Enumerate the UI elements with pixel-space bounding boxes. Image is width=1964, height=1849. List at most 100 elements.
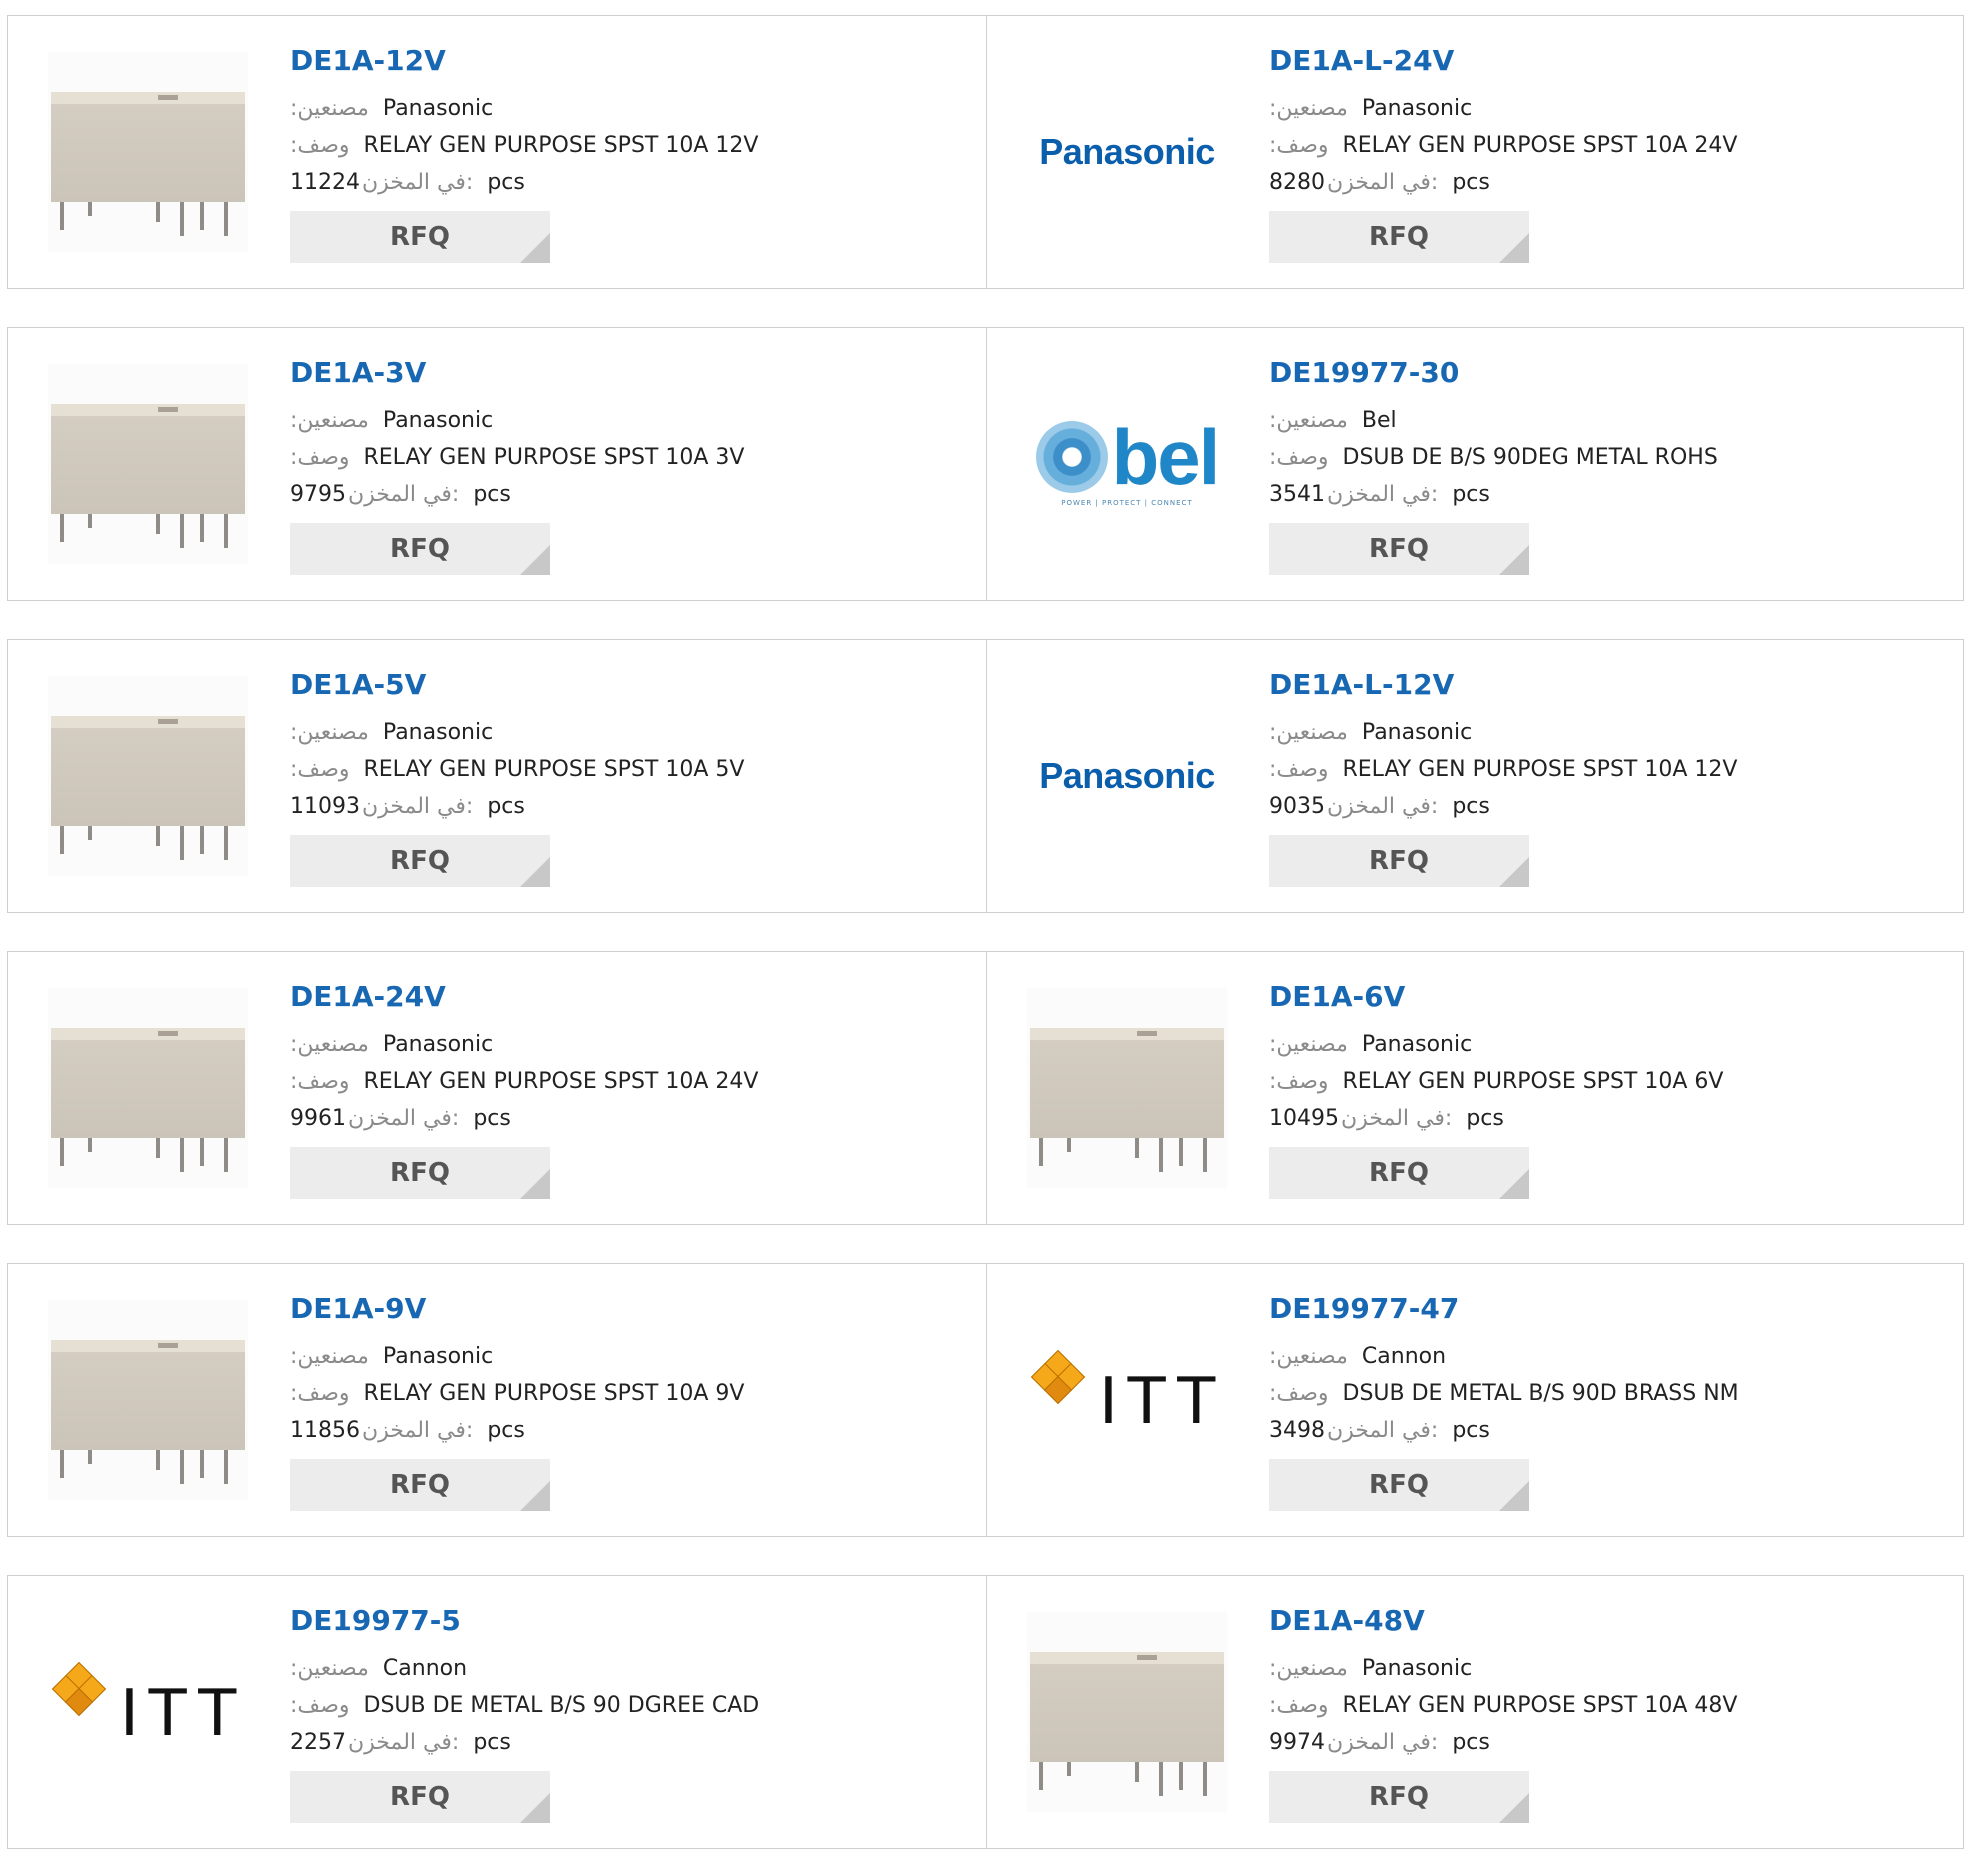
rfq-corner-decoration: [520, 545, 550, 575]
rfq-button[interactable]: RFQ: [1269, 523, 1529, 575]
rfq-corner-decoration: [1499, 1793, 1529, 1823]
stock-line: 9961في المخزن: pcs: [290, 1100, 758, 1137]
rfq-button[interactable]: RFQ: [1269, 211, 1529, 263]
product-card-de1a-24v: DE1A-24V :مصنعين Panasonic :وصف RELAY GEN …: [8, 952, 986, 1224]
product-image[interactable]: [48, 364, 248, 564]
product-image[interactable]: Panasonic: [1027, 676, 1227, 876]
product-info: DE1A-9V :مصنعين Panasonic :وصف RELAY GEN P…: [290, 1292, 744, 1511]
description-value: RELAY GEN PURPOSE SPST 10A 6V: [1342, 1069, 1724, 1094]
product-info: DE1A-12V :مصنعين Panasonic :وصف RELAY GEN …: [290, 44, 758, 263]
manufacturer-value: Panasonic: [1361, 720, 1473, 745]
stock-value: 11224: [290, 170, 360, 195]
rfq-label: RFQ: [1369, 1782, 1429, 1812]
product-info: DE1A-3V :مصنعين Panasonic :وصف RELAY GEN P…: [290, 356, 744, 575]
manufacturer-line: :مصنعين Panasonic: [290, 90, 758, 127]
product-image[interactable]: ITT: [48, 1612, 248, 1812]
rfq-button[interactable]: RFQ: [1269, 1771, 1529, 1823]
stock-unit: pcs: [487, 794, 525, 819]
part-number-link[interactable]: DE1A-48V: [1269, 1604, 1737, 1638]
stock-line: 11856في المخزن: pcs: [290, 1412, 744, 1449]
part-number-link[interactable]: DE19977-5: [290, 1604, 759, 1638]
product-image[interactable]: [1027, 988, 1227, 1188]
stock-value: 11856: [290, 1418, 360, 1443]
product-card-de1a-5v: DE1A-5V :مصنعين Panasonic :وصف RELAY GEN P…: [8, 640, 986, 912]
stock-value: 3541: [1269, 482, 1325, 507]
rfq-label: RFQ: [390, 1470, 450, 1500]
description-label: :وصف: [290, 757, 350, 782]
product-card-de1a-l-24v: Panasonic DE1A-L-24V :مصنعين Panasonic :و…: [986, 16, 1963, 288]
description-value: RELAY GEN PURPOSE SPST 10A 3V: [363, 445, 745, 470]
rfq-corner-decoration: [520, 1793, 550, 1823]
stock-value: 2257: [290, 1730, 346, 1755]
stock-unit: pcs: [1452, 170, 1490, 195]
product-image[interactable]: [1027, 1612, 1227, 1812]
part-number-link[interactable]: DE1A-5V: [290, 668, 744, 702]
product-info: DE1A-6V :مصنعين Panasonic :وصف RELAY GEN P…: [1269, 980, 1723, 1199]
product-card-de19977-47: ITT DE19977-47 :مصنعين Cannon :وصف DSUB DE…: [986, 1264, 1963, 1536]
product-row: DE1A-24V :مصنعين Panasonic :وصف RELAY GEN …: [7, 951, 1964, 1225]
manufacturer-line: :مصنعين Bel: [1269, 402, 1718, 439]
part-number-link[interactable]: DE1A-L-12V: [1269, 668, 1737, 702]
description-label: :وصف: [1269, 133, 1329, 158]
part-number-link[interactable]: DE1A-3V: [290, 356, 744, 390]
manufacturer-line: :مصنعين Panasonic: [290, 1338, 744, 1375]
rfq-corner-decoration: [1499, 1169, 1529, 1199]
stock-unit: pcs: [1452, 1730, 1490, 1755]
stock-unit: pcs: [487, 170, 525, 195]
product-row: DE1A-9V :مصنعين Panasonic :وصف RELAY GEN P…: [7, 1263, 1964, 1537]
description-line: :وصف RELAY GEN PURPOSE SPST 10A 24V: [1269, 127, 1737, 164]
description-line: :وصف RELAY GEN PURPOSE SPST 10A 48V: [1269, 1687, 1737, 1724]
product-image[interactable]: Panasonic: [1027, 52, 1227, 252]
rfq-button[interactable]: RFQ: [1269, 1147, 1529, 1199]
relay-photo: [48, 52, 248, 252]
description-value: DSUB DE B/S 90DEG METAL ROHS: [1342, 445, 1718, 470]
description-value: RELAY GEN PURPOSE SPST 10A 9V: [363, 1381, 745, 1406]
product-image[interactable]: [48, 676, 248, 876]
product-info: DE1A-24V :مصنعين Panasonic :وصف RELAY GEN …: [290, 980, 758, 1199]
relay-photo: [1027, 988, 1227, 1188]
product-image[interactable]: ITT: [1027, 1300, 1227, 1500]
stock-label: في المخزن:: [348, 1106, 460, 1131]
description-line: :وصف DSUB DE METAL B/S 90 DGREE CAD: [290, 1687, 759, 1724]
rfq-button[interactable]: RFQ: [1269, 1459, 1529, 1511]
relay-photo: [48, 988, 248, 1188]
stock-unit: pcs: [473, 1730, 511, 1755]
stock-unit: pcs: [473, 1106, 511, 1131]
rfq-button[interactable]: RFQ: [1269, 835, 1529, 887]
itt-logo: ITT: [1029, 1349, 1225, 1439]
product-image[interactable]: [48, 1300, 248, 1500]
description-value: RELAY GEN PURPOSE SPST 10A 24V: [363, 1069, 759, 1094]
rfq-button[interactable]: RFQ: [290, 1147, 550, 1199]
product-image[interactable]: bel POWER | PROTECT | CONNECT: [1027, 364, 1227, 564]
product-info: DE1A-L-24V :مصنعين Panasonic :وصف RELAY GE…: [1269, 44, 1737, 263]
manufacturer-line: :مصنعين Panasonic: [1269, 90, 1737, 127]
part-number-link[interactable]: DE1A-L-24V: [1269, 44, 1737, 78]
rfq-corner-decoration: [520, 857, 550, 887]
manufacturer-label: :مصنعين: [1269, 408, 1348, 433]
product-card-de1a-48v: DE1A-48V :مصنعين Panasonic :وصف RELAY GEN …: [986, 1576, 1963, 1848]
rfq-button[interactable]: RFQ: [290, 1459, 550, 1511]
part-number-link[interactable]: DE1A-24V: [290, 980, 758, 1014]
stock-line: 11093في المخزن: pcs: [290, 788, 744, 825]
rfq-button[interactable]: RFQ: [290, 835, 550, 887]
product-image[interactable]: [48, 988, 248, 1188]
part-number-link[interactable]: DE19977-30: [1269, 356, 1718, 390]
stock-unit: pcs: [1452, 1418, 1490, 1443]
rfq-button[interactable]: RFQ: [290, 1771, 550, 1823]
rfq-button[interactable]: RFQ: [290, 523, 550, 575]
part-number-link[interactable]: DE19977-47: [1269, 1292, 1739, 1326]
part-number-link[interactable]: DE1A-12V: [290, 44, 758, 78]
rfq-label: RFQ: [1369, 534, 1429, 564]
manufacturer-label: :مصنعين: [290, 1344, 369, 1369]
stock-unit: pcs: [487, 1418, 525, 1443]
stock-unit: pcs: [1466, 1106, 1504, 1131]
rfq-button[interactable]: RFQ: [290, 211, 550, 263]
part-number-link[interactable]: DE1A-6V: [1269, 980, 1723, 1014]
part-number-link[interactable]: DE1A-9V: [290, 1292, 744, 1326]
stock-value: 9035: [1269, 794, 1325, 819]
stock-line: 3498في المخزن: pcs: [1269, 1412, 1739, 1449]
manufacturer-value: Cannon: [382, 1656, 468, 1681]
stock-value: 9795: [290, 482, 346, 507]
manufacturer-line: :مصنعين Cannon: [1269, 1338, 1739, 1375]
product-image[interactable]: [48, 52, 248, 252]
